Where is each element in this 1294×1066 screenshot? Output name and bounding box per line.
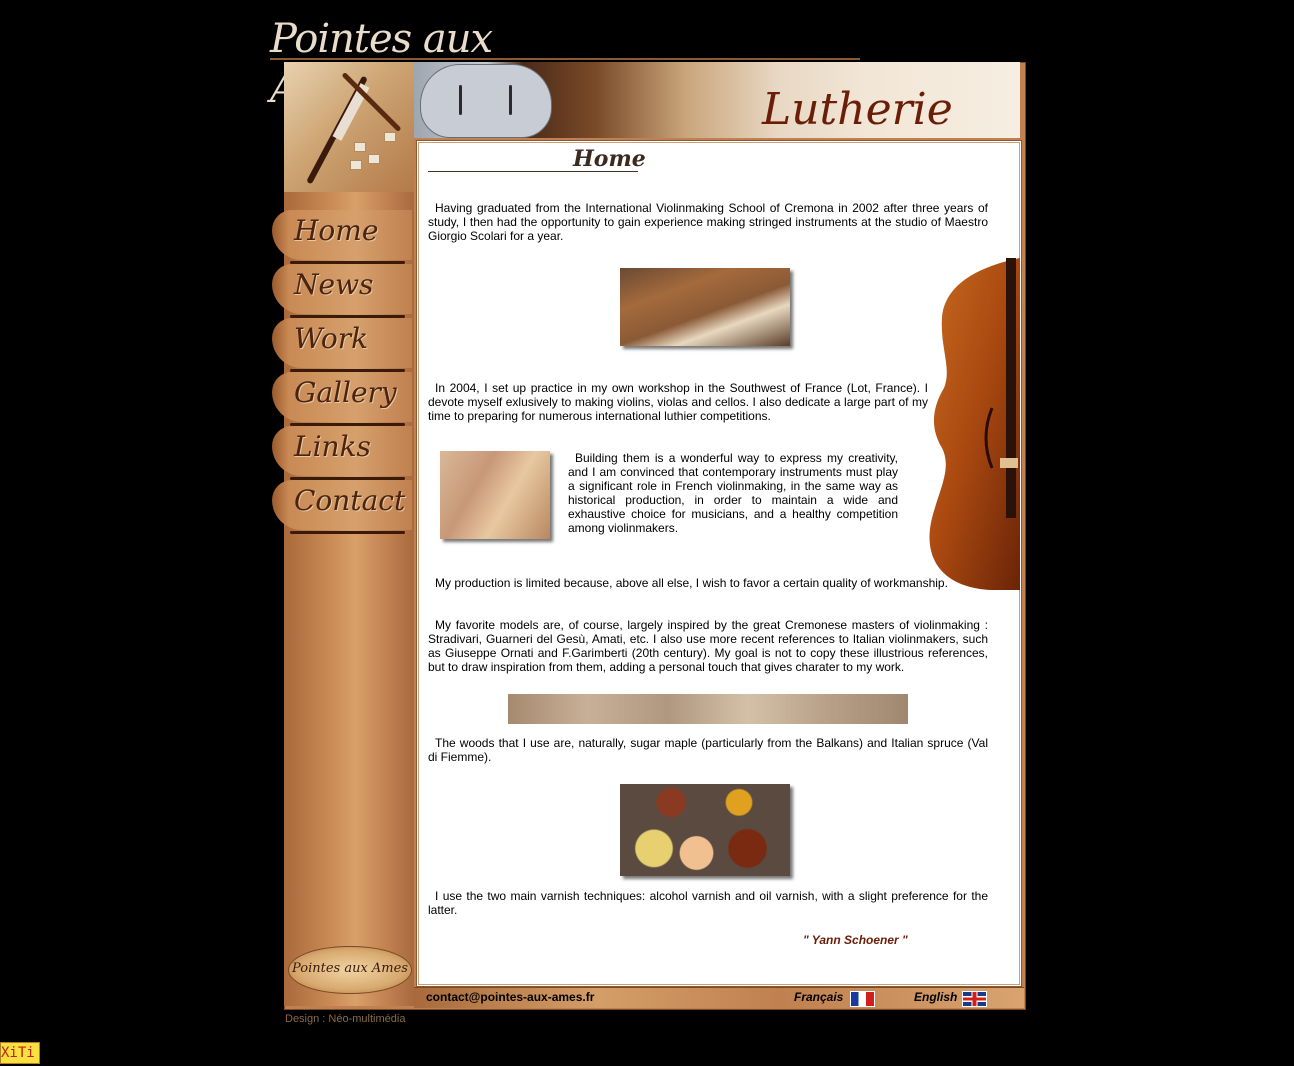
bottom-logo: Pointes aux Ames bbox=[288, 946, 412, 994]
bottom-logo-text: Pointes aux Ames bbox=[292, 961, 408, 976]
workbench-photo bbox=[620, 268, 790, 346]
uk-flag-icon[interactable] bbox=[962, 991, 987, 1007]
woods-paragraph: The woods that I use are, naturally, sug… bbox=[428, 736, 988, 764]
nav-work-label: Work bbox=[294, 322, 369, 355]
language-english-link[interactable]: English bbox=[914, 990, 957, 1004]
wood-chip-icon bbox=[354, 142, 366, 152]
xiti-badge[interactable]: XiTi bbox=[0, 1042, 40, 1064]
nav-gallery[interactable]: Gallery bbox=[272, 372, 412, 426]
tools-illustration bbox=[284, 62, 414, 192]
nav-gallery-label: Gallery bbox=[294, 376, 397, 409]
contact-email-link[interactable]: contact@pointes-aux-ames.fr bbox=[426, 990, 594, 1004]
sidebar bbox=[284, 62, 414, 1006]
signature: " Yann Schoener " bbox=[803, 933, 908, 947]
language-french-link[interactable]: Français bbox=[794, 990, 843, 1004]
varnish-paragraph: I use the two main varnish techniques: a… bbox=[428, 889, 988, 917]
banner-title: Lutherie bbox=[762, 84, 953, 135]
wood-chip-icon bbox=[368, 154, 380, 164]
nav-news-label: News bbox=[294, 268, 374, 301]
site-logo[interactable]: Pointes aux Ames bbox=[270, 14, 570, 112]
production-paragraph: My production is limited because, above … bbox=[435, 576, 948, 590]
nav-links[interactable]: Links bbox=[272, 426, 412, 480]
wood-chip-icon bbox=[384, 132, 396, 142]
nav-home[interactable]: Home bbox=[272, 210, 412, 264]
workshop-paragraph: In 2004, I set up practice in my own wor… bbox=[428, 381, 928, 423]
wood-texture-strip bbox=[508, 694, 908, 724]
page-title: Home bbox=[428, 146, 646, 174]
design-credit-link[interactable]: Design : Néo-multimédia bbox=[285, 1013, 405, 1025]
nav-home-label: Home bbox=[294, 214, 379, 247]
logo-underline bbox=[270, 58, 860, 60]
models-paragraph: My favorite models are, of course, large… bbox=[428, 618, 988, 674]
intro-paragraph: Having graduated from the International … bbox=[428, 201, 988, 243]
creativity-paragraph: Building them is a wonderful way to expr… bbox=[568, 451, 898, 535]
nav-news[interactable]: News bbox=[272, 264, 412, 318]
nav-work[interactable]: Work bbox=[272, 318, 412, 372]
nav-contact[interactable]: Contact bbox=[272, 480, 412, 534]
carving-hand-photo bbox=[440, 451, 550, 539]
wood-chip-icon bbox=[350, 160, 362, 170]
nav-contact-label: Contact bbox=[294, 484, 406, 517]
page-title-text: Home bbox=[573, 146, 646, 172]
french-flag-icon[interactable] bbox=[850, 991, 875, 1007]
violin-image bbox=[929, 258, 1020, 590]
white-violin-image bbox=[420, 64, 552, 138]
resins-photo bbox=[620, 784, 790, 876]
nav-links-label: Links bbox=[294, 430, 371, 463]
